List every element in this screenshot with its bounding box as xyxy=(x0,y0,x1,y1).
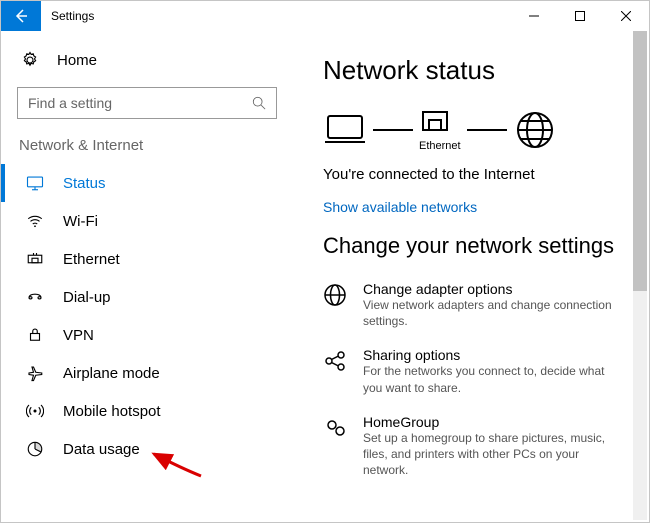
search-icon xyxy=(252,96,266,110)
heading-change-settings: Change your network settings xyxy=(323,233,619,259)
hotspot-icon xyxy=(25,402,45,420)
ethernet-icon xyxy=(25,250,45,268)
diagram-line xyxy=(373,129,413,131)
show-available-networks-link[interactable]: Show available networks xyxy=(323,199,619,215)
status-icon xyxy=(25,174,45,192)
nav-label: Wi-Fi xyxy=(63,213,98,230)
vpn-icon xyxy=(25,326,45,344)
ethernet-node: Ethernet xyxy=(419,108,461,152)
window-title: Settings xyxy=(41,1,511,31)
heading-network-status: Network status xyxy=(323,55,619,86)
nav-label: Mobile hotspot xyxy=(63,403,161,420)
setting-change-adapter[interactable]: Change adapter options View network adap… xyxy=(323,273,619,339)
minimize-button[interactable] xyxy=(511,1,557,31)
window-controls xyxy=(511,1,649,31)
globe-icon xyxy=(513,108,557,152)
nav-list: Status Wi-Fi Ethernet Dial-up xyxy=(1,164,293,468)
nav-label: Status xyxy=(63,175,106,192)
home-label: Home xyxy=(57,52,97,69)
nav-item-airplane[interactable]: Airplane mode xyxy=(1,354,293,392)
gear-icon xyxy=(21,51,39,69)
nav-item-hotspot[interactable]: Mobile hotspot xyxy=(1,392,293,430)
setting-title: HomeGroup xyxy=(363,414,613,430)
nav-label: Airplane mode xyxy=(63,365,160,382)
maximize-icon xyxy=(575,11,585,21)
content-pane: Network status Ethernet You're connected… xyxy=(293,31,649,522)
scrollbar-thumb[interactable] xyxy=(633,31,647,291)
arrow-left-icon xyxy=(13,8,29,24)
nav-item-ethernet[interactable]: Ethernet xyxy=(1,240,293,278)
title-bar: Settings xyxy=(1,1,649,31)
close-icon xyxy=(621,11,631,21)
airplane-icon xyxy=(25,364,45,382)
nav-item-data-usage[interactable]: Data usage xyxy=(1,430,293,468)
data-usage-icon xyxy=(25,440,45,458)
sidebar: Home Find a setting Network & Internet S… xyxy=(1,31,293,522)
nav-item-wifi[interactable]: Wi-Fi xyxy=(1,202,293,240)
setting-desc: Set up a homegroup to share pictures, mu… xyxy=(363,430,613,479)
adapter-options-icon xyxy=(323,281,349,307)
setting-sharing-options[interactable]: Sharing options For the networks you con… xyxy=(323,339,619,405)
nav-label: Data usage xyxy=(63,441,140,458)
homegroup-icon xyxy=(323,414,349,440)
nav-item-vpn[interactable]: VPN xyxy=(1,316,293,354)
section-label: Network & Internet xyxy=(1,131,293,164)
diagram-ethernet-label: Ethernet xyxy=(419,140,461,152)
search-input[interactable]: Find a setting xyxy=(17,87,277,119)
wifi-icon xyxy=(25,212,45,230)
dialup-icon xyxy=(25,288,45,306)
minimize-icon xyxy=(529,11,539,21)
close-button[interactable] xyxy=(603,1,649,31)
nav-item-status[interactable]: Status xyxy=(1,164,293,202)
setting-desc: View network adapters and change connect… xyxy=(363,297,613,329)
pc-icon xyxy=(323,108,367,152)
diagram-line xyxy=(467,129,507,131)
back-button[interactable] xyxy=(1,1,41,31)
sharing-options-icon xyxy=(323,347,349,373)
nav-label: VPN xyxy=(63,327,94,344)
setting-title: Sharing options xyxy=(363,347,613,363)
nav-label: Dial-up xyxy=(63,289,111,306)
connection-status-text: You're connected to the Internet xyxy=(323,166,619,183)
network-diagram: Ethernet xyxy=(323,104,619,152)
setting-homegroup[interactable]: HomeGroup Set up a homegroup to share pi… xyxy=(323,406,619,489)
nav-item-dialup[interactable]: Dial-up xyxy=(1,278,293,316)
search-placeholder: Find a setting xyxy=(28,95,112,111)
maximize-button[interactable] xyxy=(557,1,603,31)
main-layout: Home Find a setting Network & Internet S… xyxy=(1,31,649,522)
setting-title: Change adapter options xyxy=(363,281,613,297)
home-button[interactable]: Home xyxy=(1,43,293,77)
nav-label: Ethernet xyxy=(63,251,120,268)
setting-desc: For the networks you connect to, decide … xyxy=(363,363,613,395)
